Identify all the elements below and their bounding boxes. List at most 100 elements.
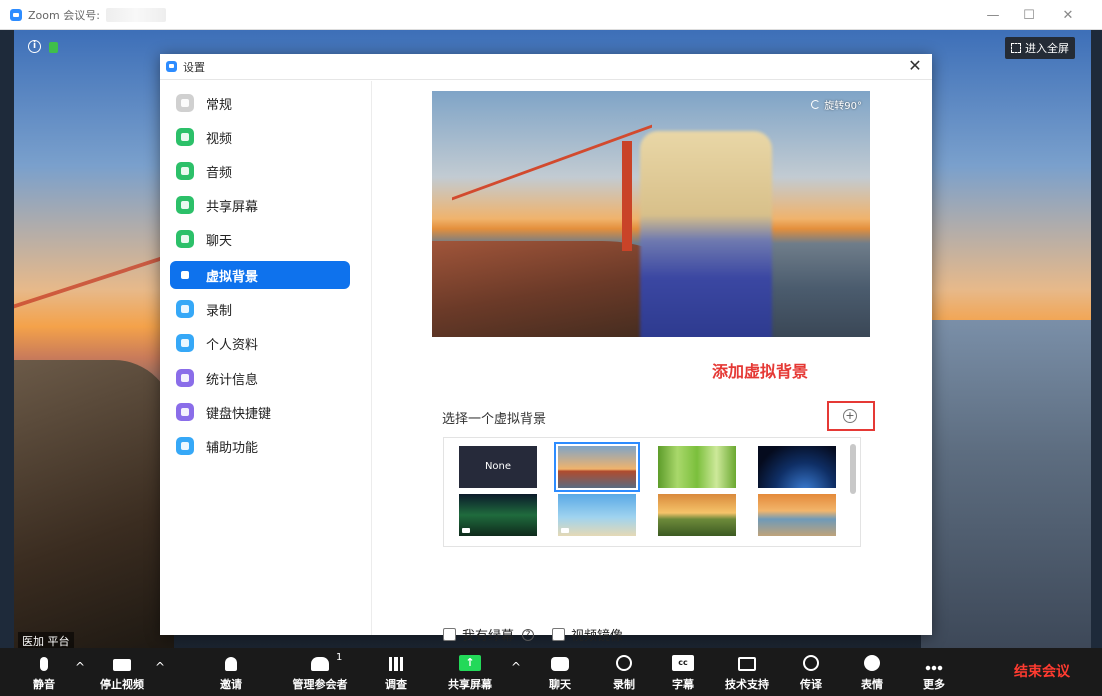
more-icon (925, 665, 943, 671)
sidebar-item-profile[interactable]: 个人资料 (170, 329, 350, 357)
sidebar-item-accessibility[interactable]: 辅助功能 (170, 432, 350, 460)
caption-icon: cc (672, 655, 694, 671)
virtual-background-panel: 旋转90° 添加虚拟背景 选择一个虚拟背景 + None 我有绿幕 ? 视频镜像 (373, 81, 932, 644)
microphone-icon (40, 657, 48, 671)
preview-foreground-object (640, 131, 772, 337)
mute-label: 静音 (33, 678, 55, 691)
stop-video-button[interactable]: 停止视频 (92, 648, 152, 696)
invite-button[interactable]: 邀请 (211, 648, 251, 696)
share-screen-icon (176, 196, 194, 214)
background-thumb-grass[interactable] (658, 446, 736, 488)
poll-button[interactable]: 调查 (381, 648, 411, 696)
sidebar-item-label: 共享屏幕 (206, 199, 259, 215)
sidebar-item-general[interactable]: 常规 (170, 89, 350, 117)
rotate-label: 旋转90° (824, 101, 862, 112)
sidebar-item-statistics[interactable]: 统计信息 (170, 364, 350, 392)
info-icon[interactable]: i (28, 40, 41, 53)
sidebar-item-audio[interactable]: 音频 (170, 157, 350, 185)
audio-options-caret-icon[interactable]: ^ (75, 660, 85, 674)
window-close-button[interactable]: ✕ (1050, 0, 1086, 30)
meeting-toolbar: 静音 ^ 停止视频 ^ 邀请 管理参会者 1 调查 ↑ 共享屏幕 ^ 聊天 录制… (0, 648, 1102, 696)
sidebar-item-chat[interactable]: 聊天 (170, 225, 350, 253)
reaction-label: 表情 (861, 678, 883, 691)
sidebar-item-label: 键盘快捷键 (206, 406, 272, 422)
window-title: Zoom 会议号: (28, 8, 100, 22)
mirror-video-checkbox[interactable] (552, 628, 566, 641)
sidebar-item-virtual-background[interactable]: 虚拟背景 (170, 261, 350, 289)
settings-title: 设置 (183, 60, 205, 74)
zoom-logo-icon (10, 8, 22, 21)
sidebar-item-keyboard-shortcuts[interactable]: 键盘快捷键 (170, 398, 350, 426)
video-preview: 旋转90° (432, 91, 870, 337)
rotate-icon (811, 100, 821, 109)
participants-button[interactable]: 管理参会者 (284, 648, 356, 696)
settings-sidebar: 常规 视频 音频 共享屏幕 聊天 虚拟背景 录制 个人资料 统计信息 键盘快捷键… (160, 81, 372, 635)
interpretation-label: 传译 (800, 678, 822, 691)
mirror-video-label: 视频镜像 (571, 629, 624, 644)
share-screen-button[interactable]: ↑ 共享屏幕 (441, 648, 499, 696)
virtual-background-icon (176, 266, 194, 284)
background-gallery: None (443, 437, 861, 547)
caption-label: 字幕 (672, 678, 694, 691)
settings-titlebar: 设置 (160, 54, 932, 80)
background-thumb-sunset-field[interactable] (658, 494, 736, 536)
more-button[interactable]: 更多 (917, 648, 951, 696)
annotation-highlight-box: + (827, 401, 875, 431)
poll-icon (389, 657, 403, 671)
preview-bridge-tower (622, 141, 632, 251)
maximize-button[interactable]: ☐ (1011, 0, 1047, 30)
video-background-icon (561, 528, 569, 533)
encryption-lock-icon[interactable] (49, 42, 58, 53)
sidebar-item-label: 音频 (206, 165, 233, 181)
background-thumb-beach[interactable] (558, 494, 636, 536)
share-screen-label: 共享屏幕 (448, 678, 492, 691)
chat-icon (176, 230, 194, 248)
gear-icon (176, 94, 194, 112)
reaction-button[interactable]: 表情 (855, 648, 889, 696)
sidebar-item-share-screen[interactable]: 共享屏幕 (170, 191, 350, 219)
rotate-button[interactable]: 旋转90° (811, 97, 862, 112)
background-thumb-golden-gate[interactable] (554, 442, 640, 492)
background-thumb-earth[interactable] (758, 446, 836, 488)
record-icon (616, 655, 632, 671)
video-camera-icon (113, 659, 131, 671)
minimize-button[interactable]: — (975, 0, 1011, 30)
window-titlebar: Zoom 会议号: — ☐ ✕ (0, 0, 1102, 30)
chat-button[interactable]: 聊天 (543, 648, 577, 696)
green-screen-checkbox[interactable] (443, 628, 456, 641)
caption-button[interactable]: cc 字幕 (665, 648, 701, 696)
sidebar-item-label: 辅助功能 (206, 440, 259, 456)
participant-count: 1 (336, 652, 343, 663)
sidebar-item-recording[interactable]: 录制 (170, 295, 350, 323)
poll-label: 调查 (385, 678, 407, 691)
video-options-caret-icon[interactable]: ^ (155, 660, 165, 674)
chat-icon (551, 657, 569, 671)
sidebar-item-video[interactable]: 视频 (170, 123, 350, 151)
end-meeting-button[interactable]: 结束会议 (1014, 661, 1070, 681)
settings-close-button[interactable]: ✕ (906, 57, 924, 75)
tech-support-button[interactable]: 技术支持 (719, 648, 775, 696)
profile-icon (176, 334, 194, 352)
background-thumb-sunset-beach[interactable] (758, 494, 836, 536)
choose-background-label: 选择一个虚拟背景 (442, 412, 547, 427)
add-background-button[interactable]: + (843, 409, 857, 423)
headphone-icon (176, 162, 194, 180)
invite-label: 邀请 (220, 678, 242, 691)
mute-button[interactable]: 静音 (26, 648, 62, 696)
fullscreen-button[interactable]: 进入全屏 (1005, 37, 1075, 59)
video-icon (176, 128, 194, 146)
background-thumb-none[interactable]: None (459, 446, 537, 488)
sidebar-item-label: 视频 (206, 131, 233, 147)
accessibility-icon (176, 437, 194, 455)
record-button[interactable]: 录制 (607, 648, 641, 696)
share-options-caret-icon[interactable]: ^ (511, 660, 521, 674)
gallery-scrollbar[interactable] (850, 444, 856, 494)
sidebar-item-label: 录制 (206, 303, 233, 319)
annotation-add-background: 添加虚拟背景 (712, 362, 809, 381)
meeting-info-bar: i (28, 40, 58, 53)
more-label: 更多 (923, 678, 945, 691)
sidebar-item-label: 常规 (206, 97, 233, 113)
interpretation-button[interactable]: 传译 (794, 648, 828, 696)
background-thumb-aurora[interactable] (459, 494, 537, 536)
help-icon[interactable]: ? (522, 628, 535, 641)
